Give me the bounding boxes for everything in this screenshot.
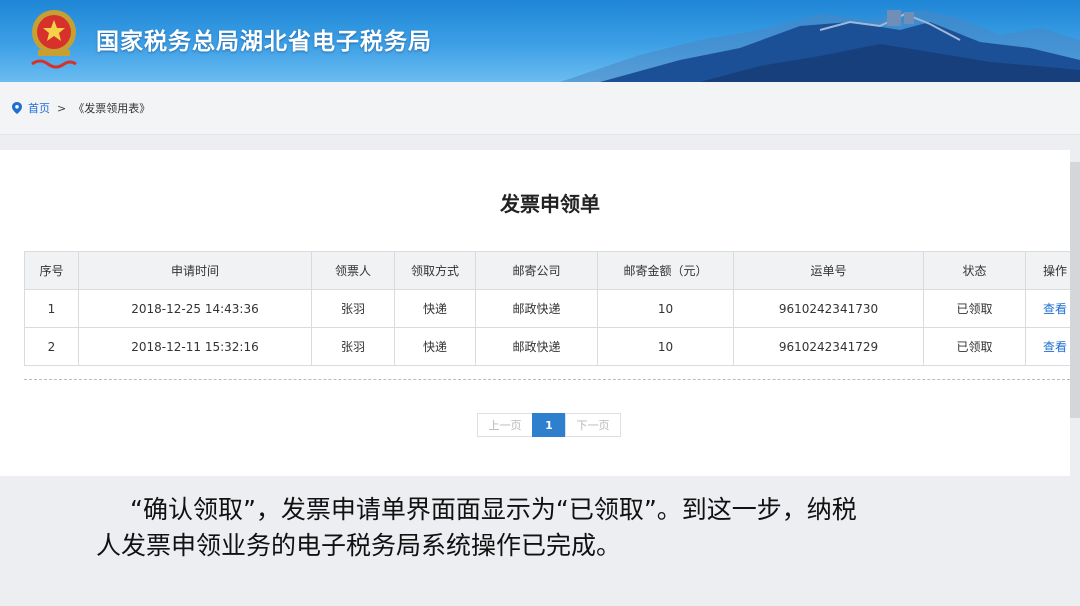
table-row: 2 2018-12-11 15:32:16 张羽 快递 邮政快递 10 9610… — [24, 327, 1080, 366]
dashed-divider — [24, 379, 1070, 380]
tax-emblem-icon — [31, 10, 77, 69]
cell-tracking: 9610242341729 — [733, 327, 924, 366]
column-header-status: 状态 — [923, 251, 1026, 290]
breadcrumb: 首页 > 《发票领用表》 — [12, 100, 150, 116]
cell-company: 邮政快递 — [475, 289, 598, 328]
column-header-method: 领取方式 — [394, 251, 476, 290]
invoice-application-panel: 发票申领单 序号 申请时间 领票人 领取方式 邮寄公司 邮寄金额（元） 运单号 … — [0, 150, 1080, 476]
cell-status: 已领取 — [923, 289, 1026, 328]
breadcrumb-current: 《发票领用表》 — [73, 102, 151, 115]
column-header-seq: 序号 — [24, 251, 79, 290]
page-1-button[interactable]: 1 — [532, 413, 566, 437]
view-link[interactable]: 查看 — [1043, 340, 1067, 354]
cell-status: 已领取 — [923, 327, 1026, 366]
scrollbar[interactable] — [1070, 162, 1080, 418]
cell-time: 2018-12-25 14:43:36 — [78, 289, 312, 328]
cell-recipient: 张羽 — [311, 327, 395, 366]
cell-seq: 2 — [24, 327, 79, 366]
column-header-time: 申请时间 — [78, 251, 312, 290]
cell-tracking: 9610242341730 — [733, 289, 924, 328]
table-header-row: 序号 申请时间 领票人 领取方式 邮寄公司 邮寄金额（元） 运单号 状态 操作 — [24, 251, 1080, 290]
site-title: 国家税务总局湖北省电子税务局 — [96, 29, 432, 55]
column-header-company: 邮寄公司 — [475, 251, 598, 290]
column-header-amount: 邮寄金额（元） — [597, 251, 734, 290]
cell-amount: 10 — [597, 289, 734, 328]
cell-seq: 1 — [24, 289, 79, 328]
next-page-button[interactable]: 下一页 — [565, 413, 621, 437]
invoice-application-table: 序号 申请时间 领票人 领取方式 邮寄公司 邮寄金额（元） 运单号 状态 操作 … — [24, 251, 1080, 366]
cell-amount: 10 — [597, 327, 734, 366]
site-header: 国家税务总局湖北省电子税务局 — [0, 0, 1080, 82]
page-title: 发票申领单 — [500, 192, 600, 216]
pagination: 上一页 1 下一页 — [477, 413, 621, 437]
cell-method: 快递 — [394, 327, 476, 366]
caption-line-2: 人发票申领业务的电子税务局系统操作已完成。 — [96, 531, 622, 560]
breadcrumb-bar: 首页 > 《发票领用表》 — [0, 82, 1080, 135]
cell-recipient: 张羽 — [311, 289, 395, 328]
prev-page-button[interactable]: 上一页 — [477, 413, 533, 437]
table-row: 1 2018-12-25 14:43:36 张羽 快递 邮政快递 10 9610… — [24, 289, 1080, 328]
column-header-tracking: 运单号 — [733, 251, 924, 290]
breadcrumb-separator: > — [57, 102, 67, 115]
view-link[interactable]: 查看 — [1043, 302, 1067, 316]
cell-method: 快递 — [394, 289, 476, 328]
caption-text: “确认领取”，发票申请单界面面显示为“已领取”。到这一步，纳税 人发票申领业务的… — [96, 492, 996, 564]
breadcrumb-home-link[interactable]: 首页 — [28, 102, 50, 115]
cell-time: 2018-12-11 15:32:16 — [78, 327, 312, 366]
map-pin-icon — [12, 102, 22, 114]
caption-line-1: “确认领取”，发票申请单界面面显示为“已领取”。到这一步，纳税 — [130, 495, 857, 524]
column-header-recipient: 领票人 — [311, 251, 395, 290]
cell-company: 邮政快递 — [475, 327, 598, 366]
